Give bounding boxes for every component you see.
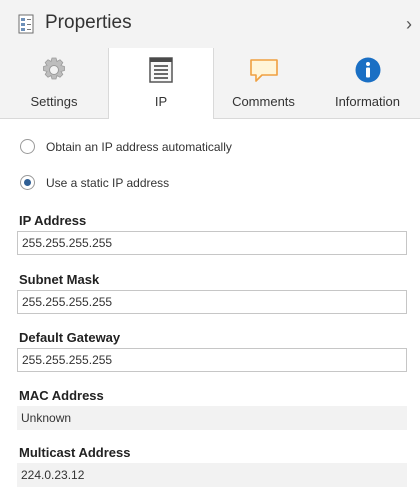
panel-title: Properties	[45, 12, 132, 33]
ip-settings-panel: Obtain an IP address automatically Use a…	[0, 119, 420, 490]
tab-settings[interactable]: Settings	[0, 48, 108, 118]
mac-address-value: Unknown	[17, 406, 407, 430]
subnet-mask-input[interactable]	[17, 290, 407, 314]
ip-address-label: IP Address	[19, 213, 87, 228]
tab-comments[interactable]: Comments	[212, 48, 315, 118]
mac-address-label: MAC Address	[19, 388, 104, 403]
default-gateway-input[interactable]	[17, 348, 407, 372]
multicast-address-label: Multicast Address	[19, 445, 131, 460]
tab-information-label: Information	[334, 94, 401, 109]
tab-ip[interactable]: IP	[108, 48, 214, 119]
network-config-icon	[149, 57, 173, 83]
radio-button[interactable]	[20, 175, 35, 190]
tab-comments-label: Comments	[232, 94, 295, 109]
tab-settings-label: Settings	[30, 94, 78, 109]
tab-information[interactable]: Information	[315, 48, 420, 118]
gear-icon	[43, 57, 65, 80]
subnet-mask-label: Subnet Mask	[19, 272, 100, 287]
properties-header: Properties ›	[0, 0, 420, 48]
ip-address-input[interactable]	[17, 231, 407, 255]
radio-button[interactable]	[20, 139, 35, 154]
tab-bar: Settings IP Comments Information	[0, 48, 420, 119]
properties-page-icon	[18, 14, 34, 34]
info-icon	[355, 57, 380, 83]
multicast-address-value: 224.0.23.12	[17, 463, 407, 487]
radio-label: Use a static IP address	[46, 176, 170, 190]
radio-label: Obtain an IP address automatically	[46, 140, 232, 154]
comment-icon	[249, 59, 278, 82]
default-gateway-label: Default Gateway	[19, 330, 121, 345]
tab-ip-label: IP	[154, 94, 168, 109]
chevron-right-icon[interactable]: ›	[406, 14, 412, 35]
